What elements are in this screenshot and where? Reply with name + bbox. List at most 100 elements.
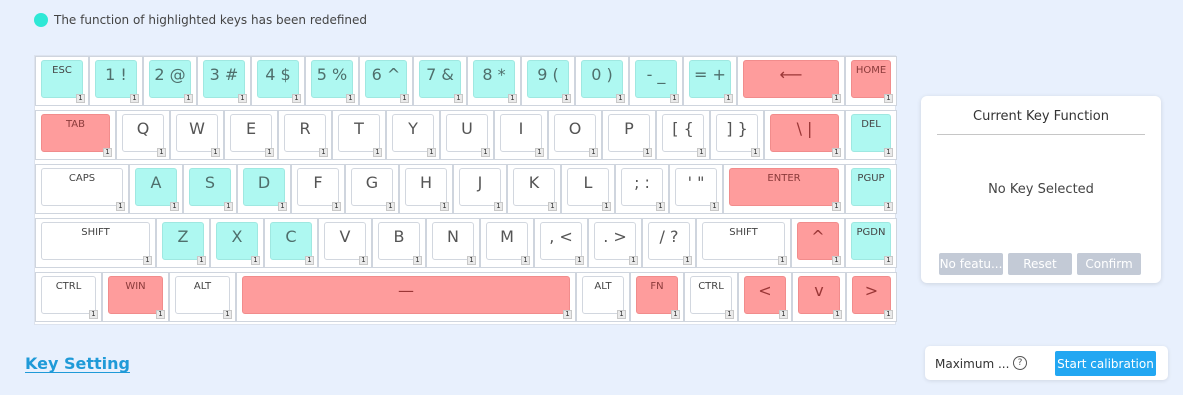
key[interactable]: H1: [399, 164, 453, 214]
layer-badge: 1: [170, 202, 179, 211]
key-label: 1 !: [105, 65, 127, 84]
key-label: J: [477, 173, 483, 192]
key-label: CTRL: [55, 281, 82, 292]
key-label: 4 $: [265, 65, 291, 84]
key[interactable]: , < 1: [534, 218, 588, 268]
key[interactable]: ENTER 1: [723, 164, 845, 214]
key[interactable]: ' " 1: [669, 164, 723, 214]
key[interactable]: v1: [792, 272, 846, 322]
layer-badge: 1: [197, 256, 206, 265]
key[interactable]: Q1: [116, 110, 170, 160]
key[interactable]: T1: [332, 110, 386, 160]
key[interactable]: W1: [170, 110, 224, 160]
key-label: —: [398, 281, 414, 300]
key[interactable]: G1: [345, 164, 399, 214]
key[interactable]: M1: [480, 218, 534, 268]
key-label: W: [189, 119, 205, 138]
key-label: R: [299, 119, 311, 138]
key[interactable]: PGDN 1: [845, 218, 897, 268]
key[interactable]: ; : 1: [615, 164, 669, 214]
key[interactable]: —1: [236, 272, 576, 322]
key[interactable]: ] } 1: [710, 110, 764, 160]
no-feature-button[interactable]: No featu...: [939, 253, 1003, 275]
key[interactable]: DEL 1: [845, 110, 897, 160]
key-label: DEL: [861, 119, 881, 130]
key[interactable]: ^ 1: [791, 218, 845, 268]
key[interactable]: 9 (1: [521, 56, 575, 106]
key[interactable]: ALT 1: [576, 272, 630, 322]
reset-button[interactable]: Reset: [1008, 253, 1072, 275]
key[interactable]: 3 # 1: [197, 56, 251, 106]
key[interactable]: 7 & 1: [413, 56, 467, 106]
layer-badge: 1: [884, 310, 893, 319]
key[interactable]: PGUP 1: [845, 164, 897, 214]
key-label: - _: [646, 65, 666, 84]
key[interactable]: J1: [453, 164, 507, 214]
key[interactable]: CTRL 1: [35, 272, 102, 322]
key[interactable]: TAB 1: [35, 110, 116, 160]
key[interactable]: . > 1: [588, 218, 642, 268]
key[interactable]: >1: [846, 272, 897, 322]
key[interactable]: P1: [602, 110, 656, 160]
key[interactable]: N1: [426, 218, 480, 268]
key[interactable]: S1: [183, 164, 237, 214]
key[interactable]: ⟵ 1: [737, 56, 845, 106]
key-label: N: [447, 227, 459, 246]
confirm-button[interactable]: Confirm: [1077, 253, 1141, 275]
key[interactable]: A1: [129, 164, 183, 214]
layer-badge: 1: [494, 202, 503, 211]
layer-badge: 1: [832, 256, 841, 265]
key[interactable]: / ? 1: [642, 218, 696, 268]
key[interactable]: WIN 1: [102, 272, 169, 322]
key-label: / ?: [659, 227, 679, 246]
key[interactable]: D1: [237, 164, 291, 214]
key[interactable]: 0 ) 1: [575, 56, 629, 106]
key[interactable]: V1: [318, 218, 372, 268]
key[interactable]: F1: [291, 164, 345, 214]
key[interactable]: E1: [224, 110, 278, 160]
key[interactable]: Z1: [156, 218, 210, 268]
layer-badge: 1: [319, 148, 328, 157]
key[interactable]: 8 * 1: [467, 56, 521, 106]
key[interactable]: 4 $ 1: [251, 56, 305, 106]
key[interactable]: HOME 1: [845, 56, 897, 106]
key[interactable]: \ | 1: [764, 110, 845, 160]
key-label: PGUP: [857, 173, 885, 184]
key[interactable]: 1 ! 1: [89, 56, 143, 106]
key-label: ; :: [634, 173, 650, 192]
key[interactable]: ESC 1: [35, 56, 89, 106]
key[interactable]: K1: [507, 164, 561, 214]
key[interactable]: = + 1: [683, 56, 737, 106]
key[interactable]: C1: [264, 218, 318, 268]
key[interactable]: Y1: [386, 110, 440, 160]
key-label: I: [518, 119, 524, 138]
key[interactable]: 6 ^ 1: [359, 56, 413, 106]
key[interactable]: - _ 1: [629, 56, 683, 106]
start-calibration-button[interactable]: Start calibration: [1055, 351, 1156, 376]
key[interactable]: FN 1: [630, 272, 684, 322]
key[interactable]: 5 % 1: [305, 56, 359, 106]
key[interactable]: U1: [440, 110, 494, 160]
layer-badge: 1: [697, 148, 706, 157]
key[interactable]: SHIFT 1: [696, 218, 791, 268]
key[interactable]: L1: [561, 164, 615, 214]
key[interactable]: SHIFT 1: [35, 218, 156, 268]
key[interactable]: B1: [372, 218, 426, 268]
key-setting-link[interactable]: Key Setting: [25, 354, 130, 373]
key[interactable]: 2 @ 1: [143, 56, 197, 106]
key[interactable]: [ {1: [656, 110, 710, 160]
key[interactable]: CTRL 1: [684, 272, 738, 322]
key[interactable]: ALT 1: [169, 272, 236, 322]
help-icon[interactable]: ?: [1013, 356, 1027, 370]
layer-badge: 1: [683, 256, 692, 265]
key[interactable]: I1: [494, 110, 548, 160]
key-label: B: [393, 227, 405, 246]
key[interactable]: X1: [210, 218, 264, 268]
layer-badge: 1: [884, 94, 893, 103]
key[interactable]: R1: [278, 110, 332, 160]
key[interactable]: <1: [738, 272, 792, 322]
key-label: 6 ^: [371, 65, 401, 84]
key[interactable]: CAPS 1: [35, 164, 129, 214]
key[interactable]: O1: [548, 110, 602, 160]
layer-badge: 1: [223, 310, 232, 319]
